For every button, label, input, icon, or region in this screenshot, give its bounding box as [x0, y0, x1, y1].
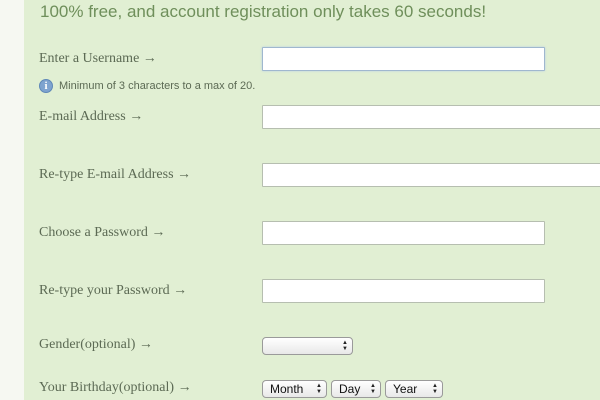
password-label: Choose a Password →: [39, 225, 166, 240]
birthday-day-select[interactable]: Day ▲ ▼: [331, 380, 381, 398]
birthday-year-value: Year: [393, 382, 418, 396]
gender-label: Gender(optional) →: [39, 337, 153, 352]
updown-arrows-icon: ▲ ▼: [432, 383, 438, 395]
birthday-month-value: Month: [270, 382, 304, 396]
username-input[interactable]: [262, 47, 545, 71]
page-margin: [0, 0, 24, 400]
updown-arrows-icon: ▲ ▼: [370, 383, 376, 395]
email-label: E-mail Address →: [39, 109, 144, 124]
birthday-day-value: Day: [339, 382, 361, 396]
email-confirm-input[interactable]: [262, 163, 600, 187]
email-input[interactable]: [262, 105, 600, 129]
registration-tagline: 100% free, and account registration only…: [40, 2, 487, 21]
updown-arrows-icon: ▲ ▼: [342, 340, 348, 352]
updown-arrows-icon: ▲ ▼: [316, 383, 322, 395]
birthday-month-select[interactable]: Month ▲ ▼: [262, 380, 327, 398]
password-confirm-label: Re-type your Password →: [39, 283, 188, 298]
birthday-label: Your Birthday(optional) →: [39, 380, 192, 395]
username-hint: i Minimum of 3 characters to a max of 20…: [39, 78, 255, 94]
email-confirm-label: Re-type E-mail Address →: [39, 167, 192, 182]
info-icon: i: [39, 79, 53, 93]
gender-select[interactable]: ▲ ▼: [262, 337, 353, 355]
username-label: Enter a Username →: [39, 51, 157, 66]
username-hint-text: Minimum of 3 characters to a max of 20.: [59, 80, 256, 92]
password-input[interactable]: [262, 221, 545, 245]
birthday-year-select[interactable]: Year ▲ ▼: [385, 380, 443, 398]
password-confirm-input[interactable]: [262, 279, 545, 303]
